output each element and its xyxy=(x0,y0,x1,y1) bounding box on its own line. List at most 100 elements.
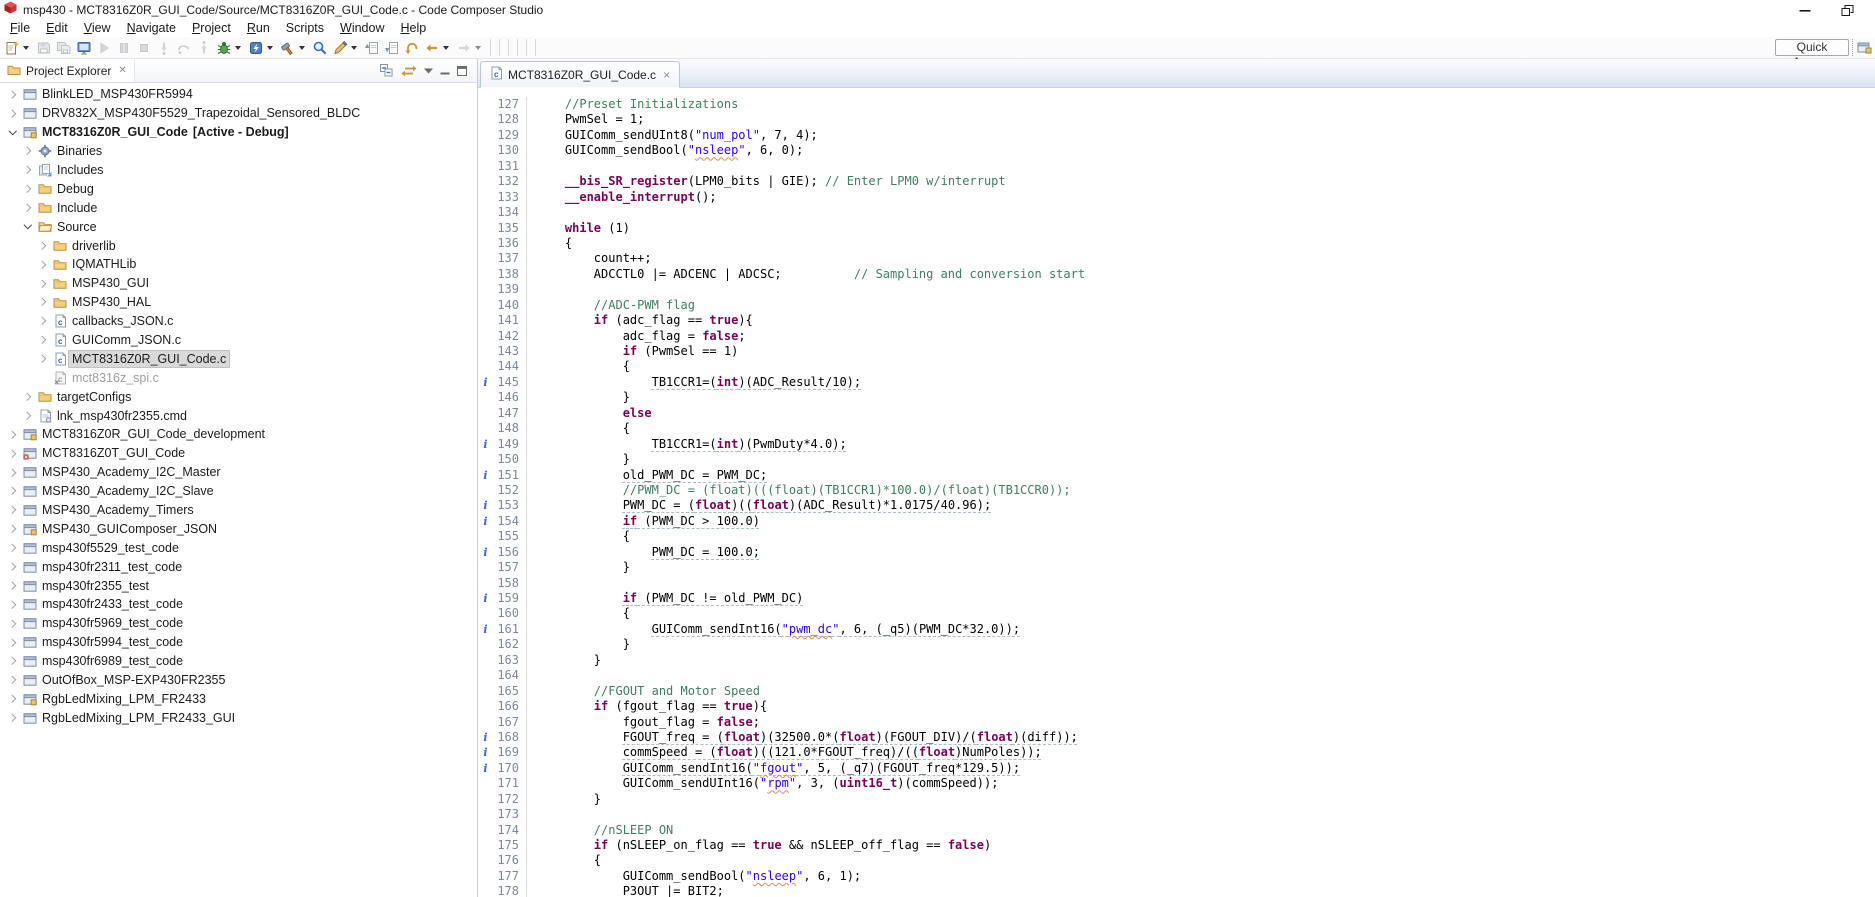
view-menu-button[interactable] xyxy=(424,68,433,74)
code-text[interactable]: P3OUT |= BIT2; xyxy=(527,884,724,897)
menu-project[interactable]: Project xyxy=(184,20,239,36)
tree-item-msp430-academy-i2c-master[interactable]: MSP430_Academy_I2C_Master xyxy=(0,463,477,482)
search-button[interactable] xyxy=(310,37,330,59)
line-number[interactable]: 175 xyxy=(493,838,527,853)
console-button[interactable] xyxy=(74,37,94,59)
marker-gutter[interactable] xyxy=(478,715,493,730)
chevron-right-icon[interactable] xyxy=(5,696,21,702)
chevron-right-icon[interactable] xyxy=(20,205,36,211)
line-number[interactable]: 128 xyxy=(493,112,527,127)
code-line-167[interactable]: 167 fgout_flag = false; xyxy=(478,715,1875,730)
restore-button[interactable] xyxy=(1838,3,1856,17)
marker-gutter[interactable] xyxy=(478,282,493,297)
info-marker-icon[interactable]: i xyxy=(478,375,493,390)
line-number[interactable]: 142 xyxy=(493,329,527,344)
line-number[interactable]: 141 xyxy=(493,313,527,328)
code-line-152[interactable]: 152 //PWM_DC = (float)(((float)(TB1CCR1)… xyxy=(478,483,1875,498)
ccs-edit-perspective-icon[interactable] xyxy=(1857,40,1872,60)
chevron-right-icon[interactable] xyxy=(5,715,21,721)
line-number[interactable]: 155 xyxy=(493,529,527,544)
forward-dropdown-icon[interactable] xyxy=(475,46,481,50)
code-text[interactable]: } xyxy=(527,390,630,405)
line-number[interactable]: 176 xyxy=(493,853,527,868)
code-text[interactable]: if (PWM_DC > 100.0) xyxy=(527,514,760,529)
chevron-right-icon[interactable] xyxy=(35,337,51,343)
code-line-131[interactable]: 131 xyxy=(478,159,1875,174)
line-number[interactable]: 135 xyxy=(493,221,527,236)
code-text[interactable]: GUIComm_sendBool("nsleep", 6, 1); xyxy=(527,869,861,884)
chevron-right-icon[interactable] xyxy=(5,640,21,646)
line-number[interactable]: 127 xyxy=(493,97,527,112)
back-button[interactable] xyxy=(422,37,454,59)
marker-gutter[interactable] xyxy=(478,452,493,467)
chevron-right-icon[interactable] xyxy=(20,148,36,154)
marker-gutter[interactable] xyxy=(478,267,493,282)
code-text[interactable]: //FGOUT and Motor Speed xyxy=(527,684,760,699)
code-line-169[interactable]: i169 commSpeed = (float)((121.0*FGOUT_fr… xyxy=(478,745,1875,760)
marker-gutter[interactable] xyxy=(478,776,493,791)
marker-gutter[interactable] xyxy=(478,174,493,189)
line-number[interactable]: 148 xyxy=(493,421,527,436)
tree-item-rgbledmixing-lpm-fr2433-gui[interactable]: RgbLedMixing_LPM_FR2433_GUI xyxy=(0,708,477,727)
last-edit-location-button[interactable] xyxy=(402,37,422,59)
line-number[interactable]: 166 xyxy=(493,699,527,714)
line-number[interactable]: 152 xyxy=(493,483,527,498)
code-text[interactable]: count++; xyxy=(527,251,652,266)
tree-item-mct8316z0r-gui-code[interactable]: MCT8316Z0R_GUI_Code [Active - Debug] xyxy=(0,123,477,142)
code-text[interactable]: GUIComm_sendInt16("pwm_dc", 6, (_q5)(PWM… xyxy=(527,622,1020,637)
code-text[interactable]: } xyxy=(527,452,630,467)
code-line-174[interactable]: 174 //nSLEEP ON xyxy=(478,823,1875,838)
code-text[interactable]: } xyxy=(527,653,601,668)
tree-item-include[interactable]: Include xyxy=(0,198,477,217)
tree-item-mct8316z0r-gui-code-c[interactable]: cMCT8316Z0R_GUI_Code.c xyxy=(0,349,477,368)
line-number[interactable]: 156 xyxy=(493,545,527,560)
chevron-right-icon[interactable] xyxy=(5,507,21,513)
line-number[interactable]: 137 xyxy=(493,251,527,266)
tree-item-msp430fr6989-test-code[interactable]: msp430fr6989_test_code xyxy=(0,652,477,671)
code-text[interactable]: //Preset Initializations xyxy=(527,97,738,112)
tree-item-binaries[interactable]: Binaries xyxy=(0,142,477,161)
marker-gutter[interactable] xyxy=(478,529,493,544)
code-line-159[interactable]: i159 if (PWM_DC != old_PWM_DC) xyxy=(478,591,1875,606)
code-line-130[interactable]: 130 GUIComm_sendBool("nsleep", 6, 0); xyxy=(478,143,1875,158)
link-with-editor-button[interactable] xyxy=(401,64,417,78)
line-number[interactable]: 145 xyxy=(493,375,527,390)
tree-item-driverlib[interactable]: driverlib xyxy=(0,236,477,255)
line-number[interactable]: 138 xyxy=(493,267,527,282)
minimize-button[interactable] xyxy=(440,66,450,76)
code-line-142[interactable]: 142 adc_flag = false; xyxy=(478,329,1875,344)
menu-run[interactable]: Run xyxy=(239,20,278,36)
code-text[interactable]: { xyxy=(527,853,601,868)
marker-gutter[interactable] xyxy=(478,298,493,313)
marker-gutter[interactable] xyxy=(478,236,493,251)
project-explorer-view-tab[interactable]: Project Explorer ✕ xyxy=(0,59,135,82)
editor-tab-mct8316z0r-gui-code[interactable]: c MCT8316Z0R_GUI_Code.c × xyxy=(480,61,680,88)
code-text[interactable]: if (PwmSel == 1) xyxy=(527,344,738,359)
line-number[interactable]: 144 xyxy=(493,359,527,374)
next-annotation-button[interactable] xyxy=(382,37,402,59)
code-line-146[interactable]: 146 } xyxy=(478,390,1875,405)
code-line-166[interactable]: 166 if (fgout_flag == true){ xyxy=(478,699,1875,714)
code-text[interactable]: else xyxy=(527,406,652,421)
info-marker-icon[interactable]: i xyxy=(478,498,493,513)
code-line-133[interactable]: 133 __enable_interrupt(); xyxy=(478,190,1875,205)
menu-navigate[interactable]: Navigate xyxy=(119,20,184,36)
tree-item-msp430f5529-test-code[interactable]: msp430f5529_test_code xyxy=(0,538,477,557)
line-number[interactable]: 140 xyxy=(493,298,527,313)
code-text[interactable] xyxy=(527,282,536,297)
code-text[interactable]: PwmSel = 1; xyxy=(527,112,644,127)
line-number[interactable]: 133 xyxy=(493,190,527,205)
flash-button[interactable] xyxy=(246,37,278,59)
marker-gutter[interactable] xyxy=(478,313,493,328)
code-text[interactable]: GUIComm_sendInt16("fgout", 5, (_q7)(FGOU… xyxy=(527,761,1020,776)
menu-window[interactable]: Window xyxy=(332,20,392,36)
info-marker-icon[interactable]: i xyxy=(478,514,493,529)
code-text[interactable]: TB1CCR1=(int)(PwmDuty*4.0); xyxy=(527,437,847,452)
code-line-139[interactable]: 139 xyxy=(478,282,1875,297)
code-line-160[interactable]: 160 { xyxy=(478,606,1875,621)
tree-item-msp430-academy-i2c-slave[interactable]: MSP430_Academy_I2C_Slave xyxy=(0,482,477,501)
code-line-171[interactable]: 171 GUIComm_sendUInt16("rpm", 3, (uint16… xyxy=(478,776,1875,791)
menu-file[interactable]: File xyxy=(2,20,38,36)
chevron-right-icon[interactable] xyxy=(35,281,51,287)
chevron-right-icon[interactable] xyxy=(20,186,36,192)
